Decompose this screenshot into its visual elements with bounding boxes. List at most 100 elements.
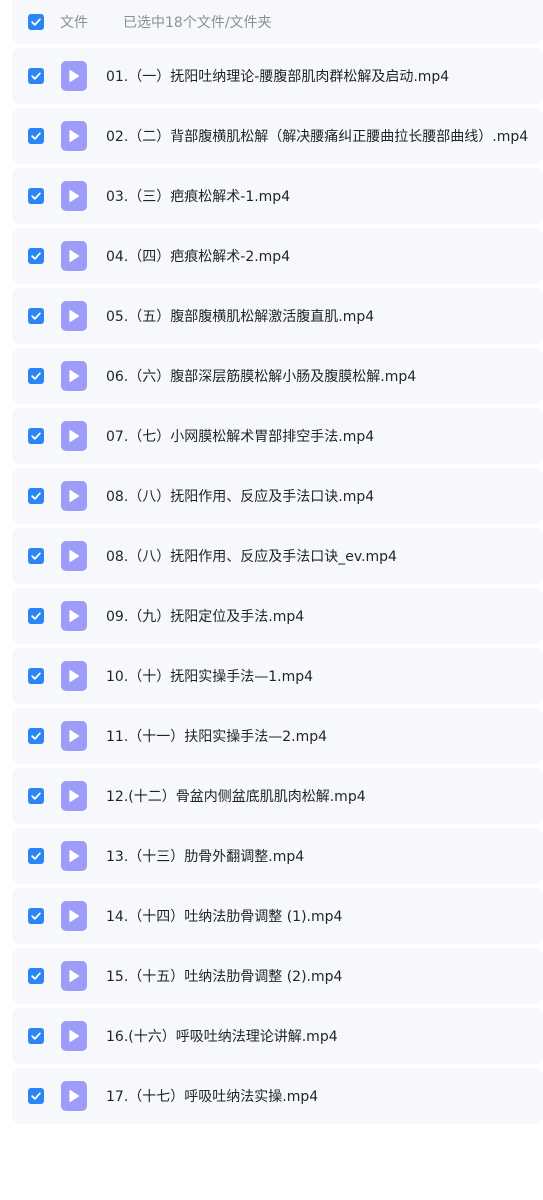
file-row[interactable]: 14.（十四）吐纳法肋骨调整 (1).mp4 (12, 888, 543, 944)
file-row[interactable]: 10.（十）抚阳实操手法—1.mp4 (12, 648, 543, 704)
file-checkbox[interactable] (28, 128, 44, 144)
file-checkbox[interactable] (28, 308, 44, 324)
video-file-icon (61, 61, 87, 91)
file-name: 13.（十三）肋骨外翻调整.mp4 (106, 849, 305, 865)
check-icon (31, 852, 41, 860)
file-name: 09.（九）抚阳定位及手法.mp4 (106, 609, 305, 625)
file-name: 07.（七）小网膜松解术胃部排空手法.mp4 (106, 429, 375, 445)
file-name: 04.（四）疤痕松解术-2.mp4 (106, 249, 291, 265)
file-checkbox[interactable] (28, 248, 44, 264)
video-file-icon (61, 481, 87, 511)
check-icon (31, 912, 41, 920)
check-icon (31, 252, 41, 260)
file-row[interactable]: 08.（八）抚阳作用、反应及手法口诀_ev.mp4 (12, 528, 543, 584)
check-icon (31, 1092, 41, 1100)
file-row[interactable]: 17.（十七）呼吸吐纳法实操.mp4 (12, 1068, 543, 1124)
play-icon (69, 69, 80, 83)
file-row[interactable]: 04.（四）疤痕松解术-2.mp4 (12, 228, 543, 284)
video-file-icon (61, 121, 87, 151)
file-checkbox[interactable] (28, 488, 44, 504)
video-file-icon (61, 901, 87, 931)
file-checkbox[interactable] (28, 968, 44, 984)
video-file-icon (61, 421, 87, 451)
file-name: 17.（十七）呼吸吐纳法实操.mp4 (106, 1089, 319, 1105)
video-file-icon (61, 361, 87, 391)
file-name: 03.（三）疤痕松解术-1.mp4 (106, 189, 291, 205)
play-icon (69, 429, 80, 443)
file-checkbox[interactable] (28, 728, 44, 744)
file-checkbox[interactable] (28, 1088, 44, 1104)
file-checkbox[interactable] (28, 428, 44, 444)
file-column-label: 文件 (60, 15, 88, 31)
video-file-icon (61, 181, 87, 211)
check-icon (31, 372, 41, 380)
file-name: 05.（五）腹部腹横肌松解激活腹直肌.mp4 (106, 309, 375, 325)
file-row[interactable]: 12.(十二）骨盆内侧盆底肌肌肉松解.mp4 (12, 768, 543, 824)
check-icon (31, 192, 41, 200)
file-row[interactable]: 09.（九）抚阳定位及手法.mp4 (12, 588, 543, 644)
file-row[interactable]: 05.（五）腹部腹横肌松解激活腹直肌.mp4 (12, 288, 543, 344)
selection-status-text: 已选中18个文件/文件夹 (123, 15, 272, 31)
play-icon (69, 729, 80, 743)
video-file-icon (61, 541, 87, 571)
play-icon (69, 369, 80, 383)
check-icon (31, 18, 41, 26)
file-name: 01.（一）抚阳吐纳理论-腰腹部肌肉群松解及启动.mp4 (106, 69, 450, 85)
check-icon (31, 432, 41, 440)
file-row[interactable]: 11.（十一）扶阳实操手法—2.mp4 (12, 708, 543, 764)
file-name: 02.（二）背部腹横肌松解（解决腰痛纠正腰曲拉长腰部曲线）.mp4 (106, 129, 529, 145)
check-icon (31, 732, 41, 740)
video-file-icon (61, 301, 87, 331)
file-checkbox[interactable] (28, 788, 44, 804)
file-checkbox[interactable] (28, 368, 44, 384)
file-name: 08.（八）抚阳作用、反应及手法口诀_ev.mp4 (106, 549, 397, 565)
play-icon (69, 489, 80, 503)
check-icon (31, 612, 41, 620)
video-file-icon (61, 661, 87, 691)
file-row[interactable]: 01.（一）抚阳吐纳理论-腰腹部肌肉群松解及启动.mp4 (12, 48, 543, 104)
check-icon (31, 972, 41, 980)
file-checkbox[interactable] (28, 548, 44, 564)
file-checkbox[interactable] (28, 68, 44, 84)
file-row[interactable]: 13.（十三）肋骨外翻调整.mp4 (12, 828, 543, 884)
file-name: 06.（六）腹部深层筋膜松解小肠及腹膜松解.mp4 (106, 369, 417, 385)
file-checkbox[interactable] (28, 188, 44, 204)
file-name: 16.(十六）呼吸吐纳法理论讲解.mp4 (106, 1029, 338, 1045)
list-header: 文件 已选中18个文件/文件夹 (12, 0, 543, 44)
video-file-icon (61, 1021, 87, 1051)
check-icon (31, 792, 41, 800)
file-row[interactable]: 07.（七）小网膜松解术胃部排空手法.mp4 (12, 408, 543, 464)
select-all-checkbox[interactable] (28, 14, 44, 30)
file-name: 15.（十五）吐纳法肋骨调整 (2).mp4 (106, 969, 343, 985)
file-checkbox[interactable] (28, 848, 44, 864)
file-row[interactable]: 08.（八）抚阳作用、反应及手法口诀.mp4 (12, 468, 543, 524)
file-name: 14.（十四）吐纳法肋骨调整 (1).mp4 (106, 909, 343, 925)
play-icon (69, 1089, 80, 1103)
play-icon (69, 609, 80, 623)
play-icon (69, 789, 80, 803)
play-icon (69, 129, 80, 143)
file-checkbox[interactable] (28, 908, 44, 924)
check-icon (31, 552, 41, 560)
file-name: 10.（十）抚阳实操手法—1.mp4 (106, 669, 314, 685)
file-row[interactable]: 15.（十五）吐纳法肋骨调整 (2).mp4 (12, 948, 543, 1004)
play-icon (69, 849, 80, 863)
video-file-icon (61, 1081, 87, 1111)
file-row[interactable]: 06.（六）腹部深层筋膜松解小肠及腹膜松解.mp4 (12, 348, 543, 404)
file-row[interactable]: 16.(十六）呼吸吐纳法理论讲解.mp4 (12, 1008, 543, 1064)
file-row[interactable]: 02.（二）背部腹横肌松解（解决腰痛纠正腰曲拉长腰部曲线）.mp4 (12, 108, 543, 164)
play-icon (69, 249, 80, 263)
file-checkbox[interactable] (28, 608, 44, 624)
video-file-icon (61, 841, 87, 871)
check-icon (31, 312, 41, 320)
file-checkbox[interactable] (28, 668, 44, 684)
play-icon (69, 1029, 80, 1043)
video-file-icon (61, 241, 87, 271)
file-checkbox[interactable] (28, 1028, 44, 1044)
video-file-icon (61, 601, 87, 631)
play-icon (69, 189, 80, 203)
file-name: 08.（八）抚阳作用、反应及手法口诀.mp4 (106, 489, 375, 505)
play-icon (69, 909, 80, 923)
file-name: 12.(十二）骨盆内侧盆底肌肌肉松解.mp4 (106, 789, 366, 805)
file-row[interactable]: 03.（三）疤痕松解术-1.mp4 (12, 168, 543, 224)
